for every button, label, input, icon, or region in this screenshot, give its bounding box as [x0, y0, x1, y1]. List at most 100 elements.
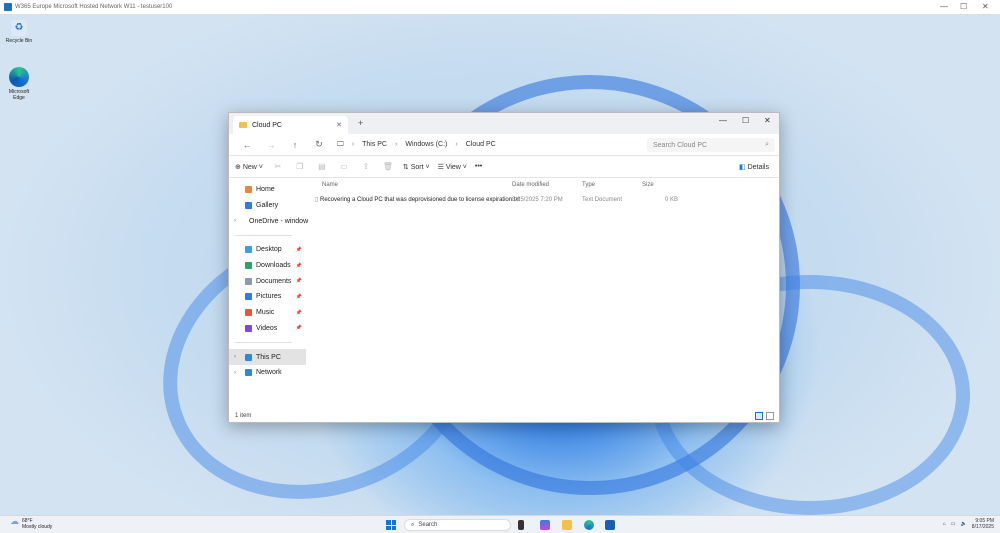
details-view-button[interactable] [755, 412, 763, 420]
item-count: 1 item [235, 413, 252, 419]
remote-session-titlebar: W365 Europe Microsoft Hosted Network W11… [0, 0, 1000, 15]
search-placeholder: Search Cloud PC [653, 141, 708, 149]
paste-icon[interactable]: ▤ [315, 162, 329, 171]
file-type: Text Document [582, 196, 623, 203]
cut-icon[interactable]: ✂ [271, 162, 285, 171]
tab-label: Cloud PC [252, 121, 282, 129]
clock[interactable]: 9:05 PM 8/17/2025 [972, 518, 994, 530]
file-row[interactable]: ▯ Recovering a Cloud PC that was deprovi… [306, 191, 779, 208]
tiles-view-button[interactable] [766, 412, 774, 420]
pc-icon: 🖵 [337, 140, 344, 148]
sidebar-item-network[interactable]: › Network [229, 365, 306, 381]
column-header-size[interactable]: Size [642, 182, 678, 188]
start-button[interactable] [386, 520, 396, 530]
up-button[interactable]: ↑ [283, 140, 307, 150]
weather-widget[interactable]: ☁ 68°F Mostly cloudy [10, 517, 53, 531]
taskbar-search[interactable]: ⌕ Search [404, 519, 511, 531]
edge-icon [9, 67, 29, 87]
download-icon [245, 262, 252, 270]
sidebar-item-downloads[interactable]: Downloads 📌 [229, 258, 306, 274]
sidebar-item-onedrive-window[interactable]: › OneDrive - window [229, 213, 309, 229]
sidebar-item-pictures[interactable]: Pictures 📌 [229, 289, 306, 305]
minimize-button[interactable]: — [940, 2, 948, 11]
search-icon: ⌕ [765, 141, 769, 148]
view-button[interactable]: ☰ View ˅ [438, 163, 467, 171]
store-icon[interactable] [605, 520, 615, 530]
recycle-bin-icon: ♻ [11, 20, 27, 36]
desktop-icon-label: Microsoft Edge [8, 89, 30, 101]
sidebar-item-gallery[interactable]: Gallery [229, 198, 306, 214]
sidebar-item-videos[interactable]: Videos 📌 [229, 321, 306, 337]
display-icon[interactable]: ▭ [951, 521, 956, 527]
forward-button[interactable]: → [259, 140, 283, 150]
sidebar-divider [235, 342, 292, 344]
sidebar-item-label: Music [256, 309, 275, 317]
breadcrumb-cloud-pc[interactable]: Cloud PC [466, 141, 496, 148]
column-header-type[interactable]: Type [582, 182, 642, 188]
copilot-icon[interactable] [540, 520, 550, 530]
pin-icon: 📌 [295, 325, 302, 332]
pin-icon: 📌 [295, 246, 302, 253]
column-header-name[interactable]: Name [306, 182, 512, 188]
sidebar-item-label: Documents [256, 277, 292, 285]
sidebar-item-label: Network [256, 369, 282, 377]
pin-icon: 📌 [295, 262, 302, 269]
breadcrumb-windows-c[interactable]: Windows (C:) [405, 141, 447, 148]
pictures-icon [245, 293, 252, 301]
edge-taskbar-icon[interactable] [584, 520, 594, 530]
close-button[interactable]: ✕ [982, 2, 989, 11]
sidebar-item-documents[interactable]: Documents 📌 [229, 273, 306, 289]
new-button[interactable]: ⊕ New ˅ [235, 163, 263, 171]
sidebar-item-label: OneDrive - window [249, 217, 309, 225]
search-icon: ⌕ [411, 521, 415, 528]
network-icon [245, 369, 252, 377]
window-minimize-button[interactable]: — [719, 116, 727, 125]
weather-condition: Mostly cloudy [22, 524, 53, 530]
chevron-right-icon[interactable]: › [234, 354, 236, 360]
sidebar-item-label: Home [256, 186, 275, 194]
file-explorer-window: Cloud PC ✕ + — ☐ ✕ ← → ↑ ↻ 🖵 › This PC › W… [228, 112, 780, 423]
refresh-button[interactable]: ↻ [307, 139, 331, 150]
chevron-right-icon[interactable]: › [234, 218, 236, 224]
window-maximize-button[interactable]: ☐ [742, 116, 749, 125]
desktop-icon-edge[interactable]: Microsoft Edge [3, 67, 35, 101]
more-options-button[interactable]: ••• [475, 163, 482, 170]
sidebar-item-label: Downloads [256, 262, 291, 270]
breadcrumb[interactable]: 🖵 › This PC › Windows (C:) › Cloud PC [337, 137, 637, 153]
sidebar-item-this-pc[interactable]: › This PC [229, 349, 306, 365]
sidebar-item-home[interactable]: Home [229, 182, 306, 198]
copy-icon[interactable]: ❐ [293, 162, 307, 171]
file-explorer-taskbar-icon[interactable] [562, 520, 572, 530]
rename-icon[interactable]: ▭ [337, 162, 351, 171]
tab-cloud-pc[interactable]: Cloud PC ✕ [233, 116, 348, 134]
chevron-right-icon[interactable]: › [234, 370, 236, 376]
breadcrumb-this-pc[interactable]: This PC [362, 141, 387, 148]
column-header-date[interactable]: Date modified [512, 182, 582, 188]
videos-icon [245, 324, 252, 332]
taskbar: ☁ 68°F Mostly cloudy ⌕ Search ⌂ ▭ 🔈 9:05 P… [0, 515, 1000, 533]
navigation-pane: Home Gallery › OneDrive - window Desktop 📌 Dow… [229, 178, 309, 402]
sidebar-item-desktop[interactable]: Desktop 📌 [229, 242, 306, 258]
share-icon[interactable]: ⇪ [359, 162, 373, 171]
volume-icon[interactable]: 🔈 [961, 521, 967, 527]
window-close-button[interactable]: ✕ [764, 116, 771, 125]
close-tab-icon[interactable]: ✕ [336, 121, 342, 129]
file-date: 8/15/2025 7:20 PM [512, 196, 563, 203]
delete-icon[interactable]: 🗑 [381, 162, 395, 171]
desktop-icon-label: Recycle Bin [5, 38, 33, 44]
sidebar-item-label: Videos [256, 324, 278, 332]
search-input[interactable]: Search Cloud PC ⌕ [647, 138, 775, 152]
sidebar-item-music[interactable]: Music 📌 [229, 305, 306, 321]
details-button[interactable]: ◧ Details [739, 163, 769, 171]
task-view-icon[interactable] [518, 520, 524, 530]
sidebar-item-label: This PC [256, 353, 281, 361]
desktop-icon-recycle-bin[interactable]: ♻ Recycle Bin [3, 20, 35, 44]
file-size: 0 KB [664, 196, 678, 203]
new-tab-button[interactable]: + [358, 118, 363, 128]
network-status-icon[interactable]: ⌂ [943, 521, 946, 527]
maximize-button[interactable]: ☐ [960, 2, 967, 11]
sort-button[interactable]: ⇅ Sort ˅ [403, 163, 430, 171]
back-button[interactable]: ← [235, 140, 259, 150]
gallery-icon [245, 202, 252, 210]
remote-desktop-icon [4, 3, 12, 11]
